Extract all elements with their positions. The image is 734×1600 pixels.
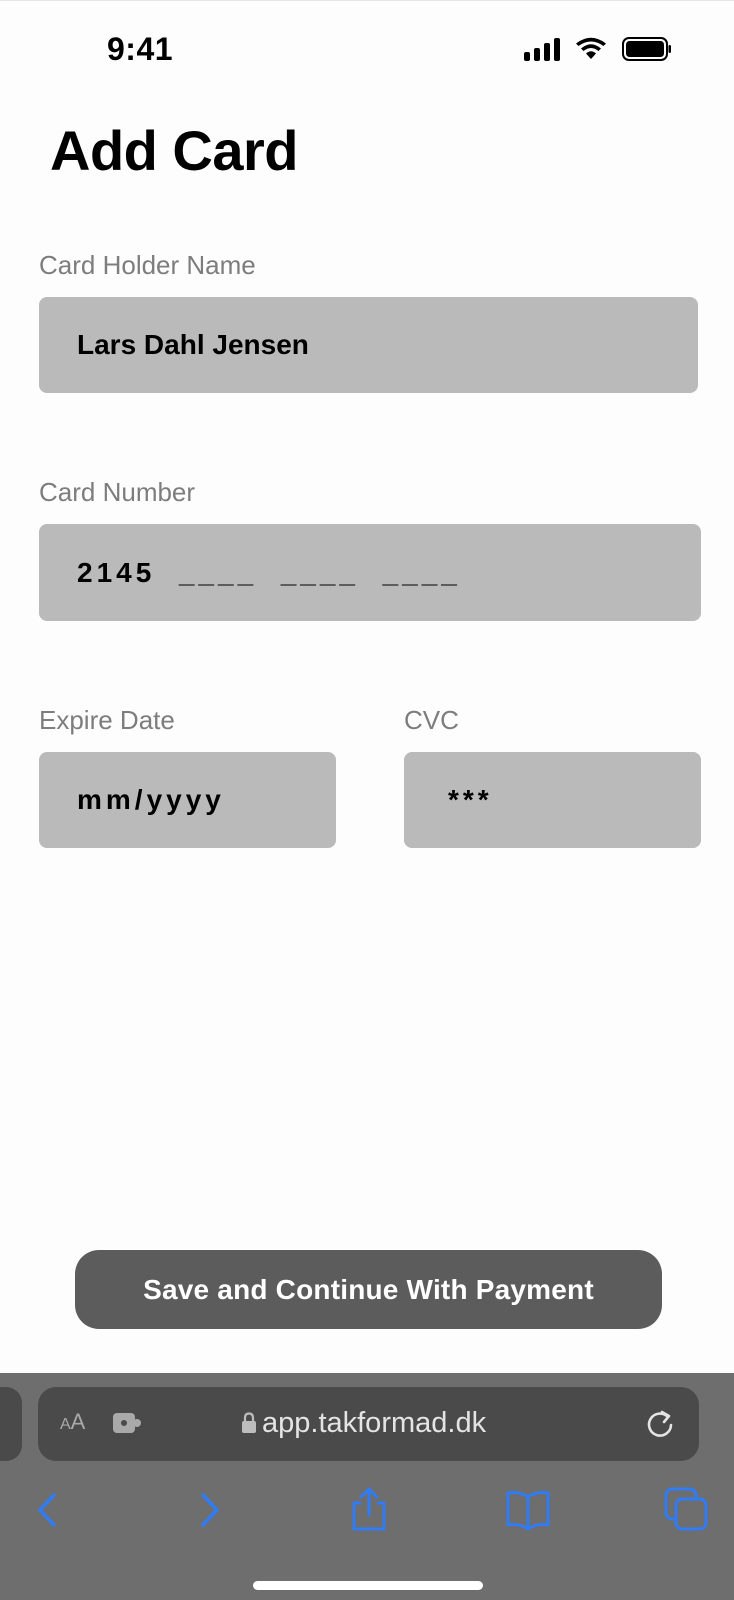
expire-date-value: mm/yyyy	[77, 784, 225, 815]
card-holder-name-label: Card Holder Name	[39, 250, 256, 280]
cellular-signal-icon	[524, 37, 560, 61]
bookmarks-icon[interactable]	[503, 1485, 553, 1535]
card-holder-name-value: Lars Dahl Jensen	[77, 329, 309, 360]
reload-icon[interactable]	[643, 1407, 677, 1441]
url-text: app.takformad.dk	[262, 1407, 487, 1439]
page-title: Add Card	[50, 119, 299, 182]
extension-icon[interactable]	[111, 1409, 143, 1437]
browser-navigation-row	[0, 1485, 734, 1545]
status-bar: 9:41	[0, 0, 734, 100]
status-icons	[524, 37, 672, 61]
expire-date-field[interactable]: mm/yyyy	[39, 752, 336, 848]
text-size-icon[interactable]: AA	[60, 1409, 85, 1435]
share-icon[interactable]	[344, 1485, 394, 1535]
back-icon[interactable]	[24, 1485, 74, 1535]
cvc-value: ***	[448, 784, 493, 815]
battery-icon	[622, 37, 671, 61]
expire-date-label: Expire Date	[39, 705, 175, 735]
status-time: 9:41	[107, 31, 174, 67]
add-card-screen: 9:41 Add Card Card Holder Name Lars Dahl…	[0, 0, 734, 1600]
browser-toolbar: AA app.takformad.dk	[0, 1373, 734, 1600]
home-indicator[interactable]	[253, 1581, 483, 1590]
cvc-label: CVC	[404, 705, 459, 735]
card-number-value: 2145 ____ ____ ____	[77, 556, 461, 588]
lock-icon	[242, 1412, 256, 1433]
card-number-label: Card Number	[39, 477, 196, 507]
tabs-icon[interactable]	[662, 1485, 712, 1535]
card-number-field[interactable]: 2145 ____ ____ ____	[39, 524, 701, 621]
save-and-continue-button[interactable]: Save and Continue With Payment	[75, 1250, 662, 1329]
previous-tab-preview[interactable]	[0, 1387, 22, 1461]
wifi-icon	[576, 37, 606, 59]
address-bar[interactable]: AA app.takformad.dk	[38, 1387, 699, 1461]
cvc-field[interactable]: ***	[404, 752, 701, 848]
card-holder-name-field[interactable]: Lars Dahl Jensen	[39, 297, 698, 393]
forward-icon[interactable]	[185, 1485, 235, 1535]
